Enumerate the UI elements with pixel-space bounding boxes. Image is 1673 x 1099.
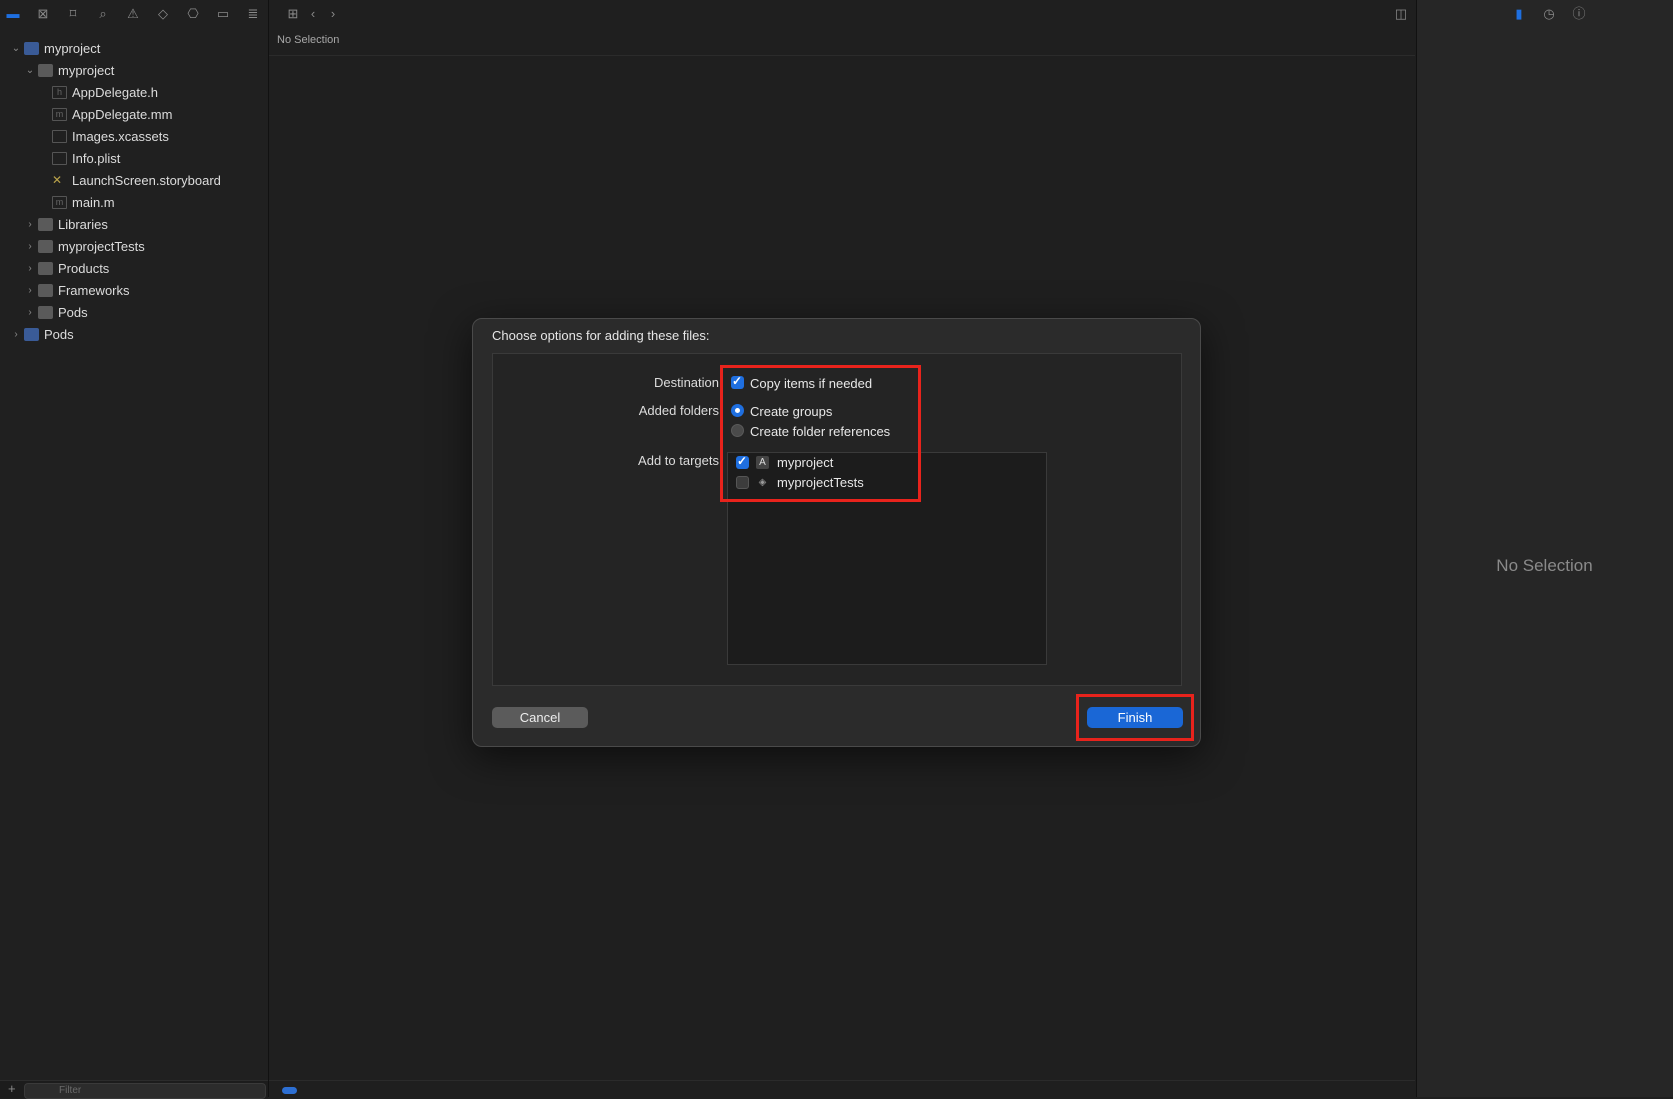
grid-icon[interactable]: ⊞ [284, 5, 302, 23]
navigator-item-label: myprojectTests [58, 239, 145, 254]
breakpoint-icon[interactable]: ▭ [214, 5, 232, 23]
navigator-item-label: LaunchScreen.storyboard [72, 173, 221, 188]
navigator-item[interactable]: › Pods [0, 324, 268, 346]
finish-highlight-box [1076, 694, 1194, 741]
navigator-item[interactable]: › myprojectTests [0, 236, 268, 258]
options-highlight-box [720, 365, 921, 502]
source-file-icon: m [52, 108, 67, 121]
project-icon [24, 42, 39, 55]
filter-placeholder: Filter [59, 1085, 82, 1096]
destination-label: Destination [653, 375, 719, 390]
navigator-item[interactable]: › Frameworks [0, 280, 268, 302]
navigator-item-label: Info.plist [72, 151, 121, 166]
navigator-item[interactable]: › Products [0, 258, 268, 280]
navigator-item[interactable]: ⌄ myproject [0, 60, 268, 82]
navigator-item-label: myproject [44, 41, 101, 56]
folder-icon [38, 306, 53, 319]
warning-icon[interactable]: ⚠ [124, 5, 142, 23]
cancel-button[interactable]: Cancel [492, 707, 588, 728]
test-icon[interactable]: ◇ [154, 5, 172, 23]
help-icon[interactable]: ⓘ [1570, 5, 1588, 23]
navigator-toolbar: ▬ ⊠ ⌑ ⌕ ⚠ ◇ ⎔ ▭ ≣ [0, 0, 268, 28]
file-inspector-icon[interactable]: ▮ [1510, 5, 1528, 23]
navigator-item-label: Pods [58, 305, 88, 320]
chevron-right-icon[interactable]: › [24, 236, 36, 258]
chevron-right-icon[interactable]: › [24, 258, 36, 280]
asset-catalog-icon [52, 130, 67, 143]
source-file-icon: m [52, 196, 67, 209]
history-icon[interactable]: ◷ [1540, 5, 1558, 23]
chevron-right-icon[interactable]: › [10, 324, 22, 346]
navigator-item[interactable]: Images.xcassets [0, 126, 268, 148]
status-indicator[interactable] [282, 1087, 297, 1094]
navigator-item[interactable]: › Libraries [0, 214, 268, 236]
project-icon [24, 328, 39, 341]
folder-icon [38, 240, 53, 253]
dialog-title: Choose options for adding these files: [492, 328, 710, 343]
folder-icon [38, 284, 53, 297]
panel-toggle-icon[interactable]: ◫ [1392, 5, 1410, 23]
plist-icon [52, 152, 67, 165]
navigator-item[interactable]: Info.plist [0, 148, 268, 170]
navigator-item-label: Images.xcassets [72, 129, 169, 144]
chevron-right-icon[interactable]: › [24, 280, 36, 302]
navigator-item-label: AppDelegate.h [72, 85, 159, 100]
add-to-targets-label: Add to targets [638, 453, 719, 468]
navigator-item-label: Products [58, 261, 110, 276]
inspector-panel: ▮ ◷ ⓘ [1416, 0, 1673, 1097]
storyboard-icon: ✕ [52, 173, 63, 187]
chevron-right-icon[interactable]: › [324, 5, 342, 23]
chevron-right-icon[interactable]: › [24, 302, 36, 324]
debug-bar [269, 1080, 1415, 1098]
inspector-empty-text: No Selection [1496, 556, 1593, 575]
navigator-item-label: Libraries [58, 217, 108, 232]
navigator-item-label: Pods [44, 327, 74, 342]
navigator-item[interactable]: m AppDelegate.mm [0, 104, 268, 126]
folder-icon [38, 218, 53, 231]
jump-bar-text: No Selection [277, 34, 340, 46]
chevron-right-icon[interactable]: › [24, 214, 36, 236]
report-icon[interactable]: ≣ [244, 5, 262, 23]
navigator-item-label: Frameworks [58, 283, 130, 298]
debug-icon[interactable]: ⎔ [184, 5, 202, 23]
added-folders-label: Added folders [638, 403, 719, 418]
navigator-item[interactable]: m main.m [0, 192, 268, 214]
bookmark-icon[interactable]: ⌑ [64, 5, 82, 23]
chevron-down-icon[interactable]: ⌄ [24, 60, 36, 82]
chevron-down-icon[interactable]: ⌄ [10, 38, 22, 60]
search-icon[interactable]: ⌕ [94, 5, 112, 23]
folder-icon [38, 64, 53, 77]
navigator-item-label: main.m [72, 195, 115, 210]
navigator-item[interactable]: › Pods [0, 302, 268, 324]
navigator-item-label: myproject [58, 63, 115, 78]
navigator-item[interactable]: ⌄ myproject [0, 38, 268, 60]
source-control-icon[interactable]: ⊠ [34, 5, 52, 23]
chevron-left-icon[interactable]: ‹ [304, 5, 322, 23]
navigator-item[interactable]: h AppDelegate.h [0, 82, 268, 104]
folder-icon [38, 262, 53, 275]
add-icon[interactable]: + [8, 1081, 16, 1097]
navigator-item-label: AppDelegate.mm [72, 107, 173, 122]
navigator-item[interactable]: ✕ LaunchScreen.storyboard [0, 170, 268, 192]
folder-icon[interactable]: ▬ [4, 5, 22, 23]
editor-toolbar: ⊞ ‹ › ◫ [269, 0, 1415, 28]
jump-bar [269, 30, 1415, 56]
header-file-icon: h [52, 86, 67, 99]
